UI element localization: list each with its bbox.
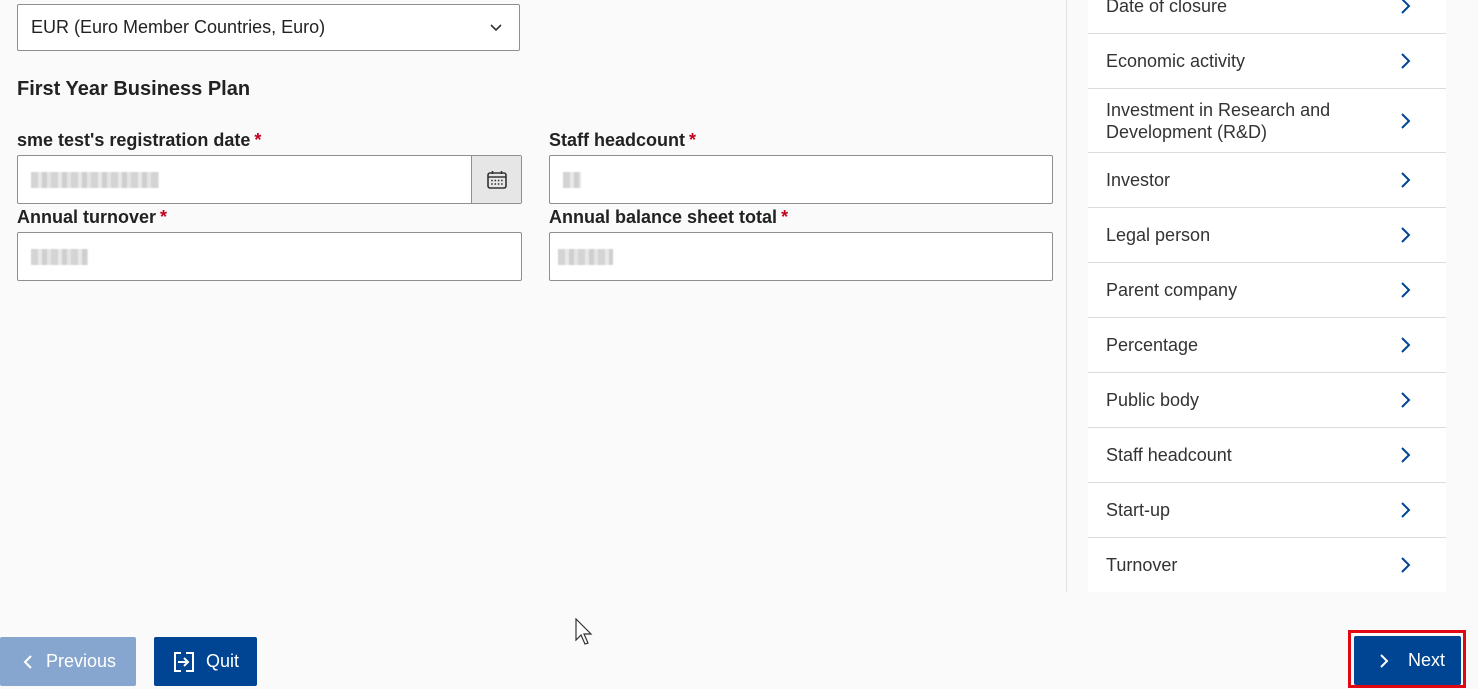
currency-select[interactable]: EUR (Euro Member Countries, Euro)	[17, 4, 520, 51]
date-picker-button[interactable]	[471, 156, 521, 203]
glossary-sidebar: Date of closure Economic activity Invest…	[1088, 0, 1446, 592]
sidebar-item-percentage[interactable]: Percentage	[1088, 318, 1446, 373]
chevron-right-icon	[1401, 557, 1411, 573]
mouse-cursor-icon	[575, 618, 593, 645]
quit-button[interactable]: Quit	[154, 637, 257, 686]
chevron-right-icon	[1401, 0, 1411, 14]
redacted-value	[558, 249, 613, 265]
section-title: First Year Business Plan	[17, 78, 251, 100]
currency-select-value: EUR (Euro Member Countries, Euro)	[31, 17, 326, 37]
chevron-right-icon	[1401, 227, 1411, 243]
balance-sheet-total-input[interactable]	[549, 232, 1053, 281]
sidebar-item-legal-person[interactable]: Legal person	[1088, 208, 1446, 263]
chevron-right-icon	[1401, 112, 1411, 129]
balance-sheet-total-label: Annual balance sheet total *	[549, 207, 789, 227]
staff-headcount-input[interactable]	[549, 155, 1053, 204]
redacted-value	[31, 172, 159, 188]
staff-headcount-label: Staff headcount *	[549, 130, 697, 150]
sidebar-item-investment-rd[interactable]: Investment in Research and Development (…	[1088, 89, 1446, 153]
chevron-right-icon	[1401, 502, 1411, 518]
required-mark: *	[160, 207, 168, 227]
exit-icon	[174, 651, 194, 672]
annual-turnover-label: Annual turnover *	[17, 207, 168, 227]
registration-date-label: sme test's registration date *	[17, 130, 262, 150]
previous-button[interactable]: Previous	[0, 637, 136, 686]
sidebar-item-parent-company[interactable]: Parent company	[1088, 263, 1446, 318]
redacted-value	[31, 249, 88, 265]
chevron-right-icon	[1401, 337, 1411, 353]
chevron-right-icon	[1401, 172, 1411, 188]
annual-turnover-input[interactable]	[17, 232, 522, 281]
chevron-right-icon	[1401, 53, 1411, 69]
required-mark: *	[254, 130, 262, 150]
chevron-right-icon	[1380, 653, 1389, 668]
sidebar-item-date-of-closure[interactable]: Date of closure	[1088, 0, 1446, 34]
chevron-right-icon	[1401, 282, 1411, 298]
sidebar-item-public-body[interactable]: Public body	[1088, 373, 1446, 428]
chevron-down-icon	[490, 24, 502, 32]
registration-date-input[interactable]	[17, 155, 522, 204]
sidebar-item-investor[interactable]: Investor	[1088, 153, 1446, 208]
calendar-icon	[486, 170, 507, 189]
sidebar-item-start-up[interactable]: Start-up	[1088, 483, 1446, 538]
sidebar-item-staff-headcount[interactable]: Staff headcount	[1088, 428, 1446, 483]
chevron-right-icon	[1401, 447, 1411, 463]
next-button[interactable]: Next	[1354, 636, 1461, 685]
chevron-left-icon	[23, 654, 32, 669]
chevron-right-icon	[1401, 392, 1411, 408]
required-mark: *	[689, 130, 697, 150]
sidebar-item-turnover[interactable]: Turnover	[1088, 538, 1446, 592]
sidebar-divider	[1066, 0, 1067, 592]
required-mark: *	[781, 207, 789, 227]
redacted-value	[563, 172, 581, 188]
sidebar-item-economic-activity[interactable]: Economic activity	[1088, 34, 1446, 89]
